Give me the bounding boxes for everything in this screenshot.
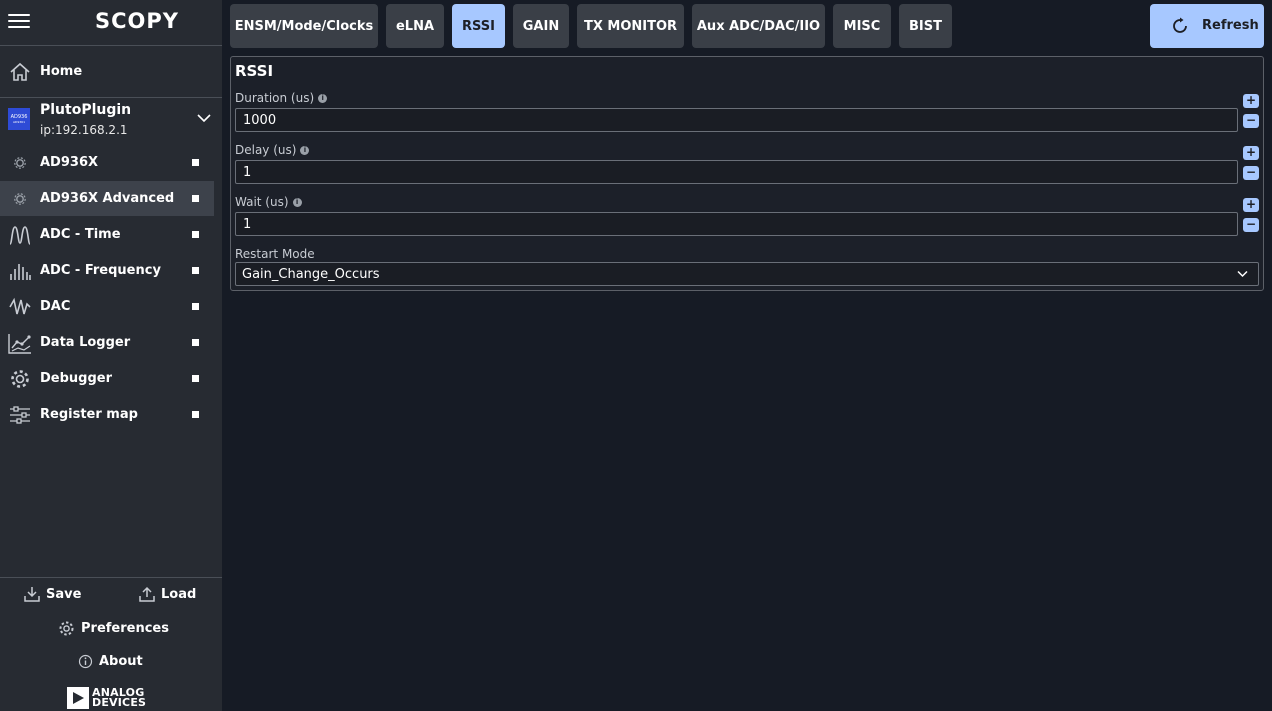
info-icon[interactable]: i	[300, 145, 310, 155]
tool-label: Debugger	[40, 371, 113, 386]
sidebar-item-label: Home	[40, 64, 83, 79]
duration-increment-button[interactable]: +	[1243, 94, 1259, 108]
info-icon	[78, 654, 93, 669]
tool-data-logger[interactable]: Data Logger	[0, 325, 214, 360]
menu-icon[interactable]	[8, 12, 30, 30]
tool-label: ADC - Frequency	[40, 263, 161, 278]
tool-register-map[interactable]: Register map	[0, 397, 214, 432]
refresh-icon	[1173, 17, 1187, 33]
restart-mode-value: Gain_Change_Occurs	[242, 267, 380, 282]
tool-status-indicator	[192, 411, 199, 418]
tool-label: AD936X	[40, 155, 99, 170]
tool-adc-time[interactable]: ADC - Time	[0, 217, 214, 252]
rssi-panel: RSSI Duration (us)i + − Delay (us)i + − …	[230, 56, 1264, 291]
analog-devices-logo: ANALOG DEVICES	[67, 687, 146, 709]
preferences-button[interactable]: Preferences	[58, 620, 169, 637]
tab-ensm-mode-clocks[interactable]: ENSM/Mode/Clocks	[230, 4, 378, 48]
tool-status-indicator	[192, 195, 199, 202]
data-logger-icon	[8, 334, 31, 354]
analog-devices-logo-mark	[67, 687, 89, 709]
tool-adc-frequency[interactable]: ADC - Frequency	[0, 253, 214, 288]
register-map-icon	[10, 406, 30, 424]
tool-status-indicator	[192, 267, 199, 274]
tool-status-indicator	[192, 159, 199, 166]
time-wave-icon	[9, 226, 31, 245]
wait-increment-button[interactable]: +	[1243, 198, 1259, 212]
chevron-down-icon	[1237, 270, 1248, 278]
tool-status-indicator	[192, 339, 199, 346]
spectrum-icon	[10, 264, 31, 280]
tab-elna[interactable]: eLNA	[386, 4, 444, 48]
sidebar-header: SCOPY	[0, 0, 222, 46]
app-window: SCOPY Home AD936 AD9361 PlutoPlugin ip:1…	[0, 0, 1272, 711]
load-icon	[139, 586, 155, 602]
wait-label: Wait (us) i	[235, 195, 302, 209]
wait-input[interactable]	[235, 212, 1238, 236]
tool-debugger[interactable]: Debugger	[0, 361, 214, 396]
duration-input[interactable]	[235, 108, 1238, 132]
tab-gain[interactable]: GAIN	[513, 4, 569, 48]
save-button[interactable]: Save	[24, 586, 81, 602]
info-icon[interactable]: i	[292, 197, 302, 207]
divider	[0, 577, 222, 578]
about-button[interactable]: About	[78, 654, 143, 669]
delay-decrement-button[interactable]: −	[1243, 166, 1259, 180]
tab-tx-monitor[interactable]: TX MONITOR	[577, 4, 684, 48]
device-item-plutoplugin[interactable]: AD936 AD9361 PlutoPlugin ip:192.168.2.1	[0, 98, 222, 144]
tool-dac[interactable]: DAC	[0, 289, 214, 324]
tool-ad936x-advanced[interactable]: AD936X Advanced	[0, 181, 214, 216]
restart-mode-select[interactable]: Gain_Change_Occurs	[235, 262, 1259, 286]
device-name: PlutoPlugin	[40, 102, 132, 118]
tool-status-indicator	[192, 303, 199, 310]
gear-icon	[14, 157, 26, 169]
delay-increment-button[interactable]: +	[1243, 146, 1259, 160]
signal-generator-icon	[9, 297, 31, 315]
sidebar-item-home[interactable]: Home	[0, 55, 222, 89]
tool-status-indicator	[192, 375, 199, 382]
refresh-button[interactable]: Refresh	[1150, 4, 1264, 48]
tool-label: AD936X Advanced	[40, 191, 175, 206]
tab-aux-adc-dac-iio[interactable]: Aux ADC/DAC/IIO	[692, 4, 825, 48]
panel-title: RSSI	[235, 62, 274, 80]
tool-status-indicator	[192, 231, 199, 238]
wait-decrement-button[interactable]: −	[1243, 218, 1259, 232]
tool-ad936x[interactable]: AD936X	[0, 145, 214, 180]
delay-input[interactable]	[235, 160, 1238, 184]
save-icon	[24, 587, 40, 602]
restart-mode-label: Restart Mode	[235, 247, 315, 261]
tool-label: Register map	[40, 407, 138, 422]
duration-decrement-button[interactable]: −	[1243, 114, 1259, 128]
tool-label: Data Logger	[40, 335, 131, 350]
delay-label: Delay (us) i	[235, 143, 310, 157]
gear-icon	[59, 621, 74, 636]
sidebar: SCOPY Home AD936 AD9361 PlutoPlugin ip:1…	[0, 0, 222, 711]
tab-misc[interactable]: MISC	[833, 4, 891, 48]
device-uri: ip:192.168.2.1	[40, 123, 128, 137]
info-icon[interactable]: i	[318, 93, 328, 103]
load-button[interactable]: Load	[139, 586, 196, 602]
tab-rssi[interactable]: RSSI	[452, 4, 505, 48]
gear-icon	[14, 193, 26, 205]
tool-label: DAC	[40, 299, 71, 314]
debugger-gear-icon	[11, 370, 29, 388]
device-icon: AD936 AD9361	[8, 108, 30, 130]
home-icon	[10, 62, 30, 81]
tab-bist[interactable]: BIST	[899, 4, 952, 48]
duration-label: Duration (us) i	[235, 91, 328, 105]
app-logo: SCOPY	[95, 9, 179, 33]
tool-label: ADC - Time	[40, 227, 121, 242]
chevron-down-icon[interactable]	[197, 113, 211, 123]
